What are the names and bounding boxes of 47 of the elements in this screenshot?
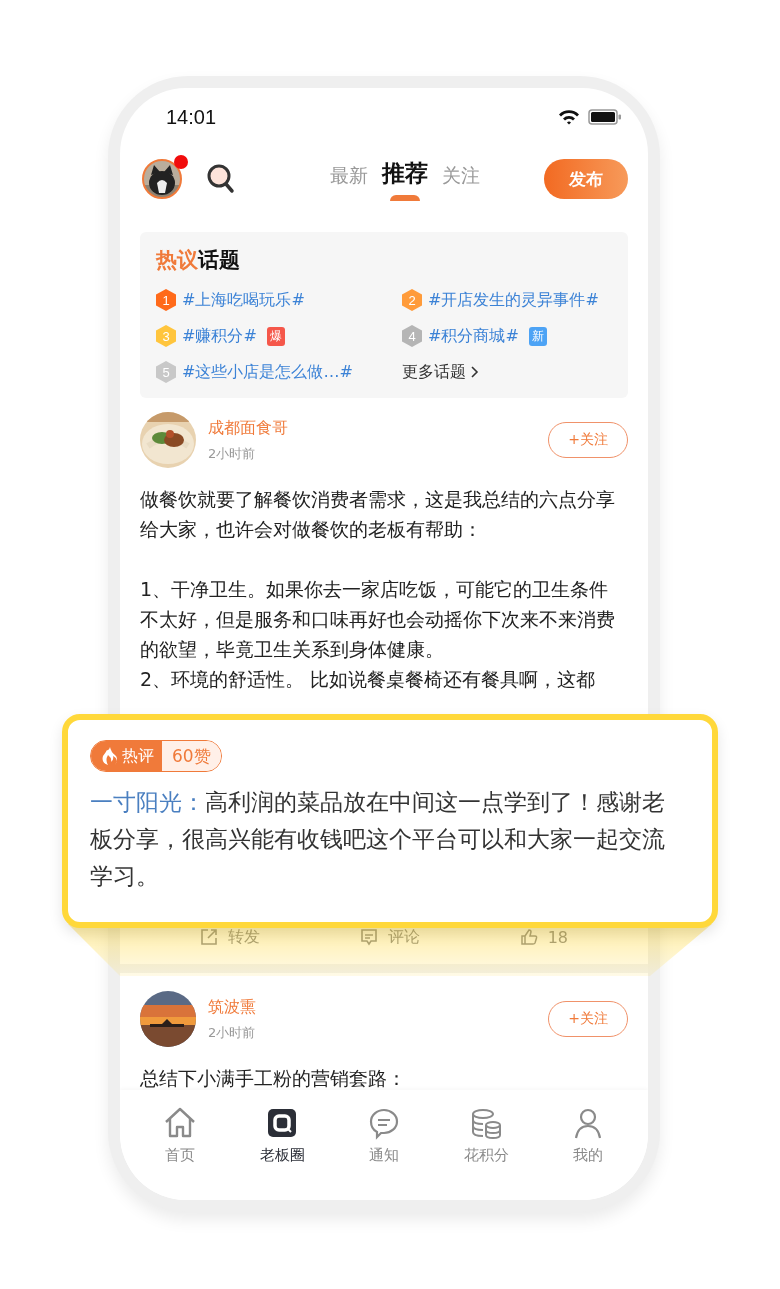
tab-bar-item[interactable]: 通知 <box>344 1106 424 1165</box>
topic-link[interactable]: #上海吃喝玩乐# <box>182 289 305 311</box>
topic-link[interactable]: #赚积分# <box>182 325 257 347</box>
commenter-name[interactable]: 一寸阳光： <box>90 789 205 815</box>
tab-bar-item[interactable]: 首页 <box>140 1106 220 1165</box>
follow-button[interactable]: +关注 <box>548 1001 628 1037</box>
topic-link[interactable]: #这些小店是怎么做…# <box>182 361 353 383</box>
tab-bar-item[interactable]: 我的 <box>548 1106 628 1165</box>
coins-icon <box>469 1106 503 1140</box>
wifi-icon <box>558 109 580 125</box>
chevron-right-icon <box>470 365 480 379</box>
publish-button[interactable]: 发布 <box>544 159 628 199</box>
feed-tab[interactable]: 推荐 <box>382 157 428 201</box>
topic-link[interactable]: #开店发生的灵异事件# <box>428 289 599 311</box>
rank-badge: 1 <box>156 289 176 311</box>
battery-icon <box>588 109 622 125</box>
search-icon[interactable] <box>206 163 236 195</box>
hot-comment-tag: 热评 <box>91 741 162 771</box>
post-text: 1、干净卫生。如果你去一家店吃饭，可能它的卫生条件不太好，但是服务和口味再好也会动摇你下次来不来消费的欲望，毕竟卫生关系到身体健康。 <box>140 577 616 662</box>
rank-badge: 3 <box>156 325 176 347</box>
follow-button[interactable]: +关注 <box>548 422 628 458</box>
post-text: 总结下小满手工粉的营销套路： <box>140 1066 407 1091</box>
post-time: 2小时前 <box>208 1023 257 1042</box>
rank-badge: 4 <box>402 325 422 347</box>
status-time: 14:01 <box>166 105 217 129</box>
tab-bar-item[interactable]: 老板圈 <box>242 1106 322 1165</box>
topic-tag: 爆 <box>266 326 285 346</box>
post-text: 2、环境的舒适性。 比如说餐桌餐椅还有餐具啊，这都 <box>140 667 597 692</box>
section-title: 热议 <box>156 248 198 272</box>
flame-icon <box>101 746 119 766</box>
post-time: 2小时前 <box>208 444 257 463</box>
tab-bar-item[interactable]: 花积分 <box>446 1106 526 1165</box>
like-count: 60赞 <box>162 741 221 771</box>
post-text: 做餐饮就要了解餐饮消费者需求，这是我总结的六点分享给大家，也许会对做餐饮的老板有帮助： <box>140 487 616 542</box>
feed-tab[interactable]: 最新 <box>330 162 368 201</box>
more-topics-link[interactable]: 更多话题 <box>402 360 614 384</box>
comment-text: 一寸阳光：高利润的菜品放在中间这一点学到了！感谢老板分享，很高兴能有收钱吧这个平台可以和大家一起交流学习。 <box>90 788 666 891</box>
topic-tag: 新 <box>528 326 547 346</box>
author-name[interactable]: 成都面食哥 <box>208 417 548 439</box>
rank-badge: 2 <box>402 289 422 311</box>
chat-bubble-icon <box>367 1106 401 1140</box>
home-icon <box>163 1106 197 1140</box>
square-logo-icon <box>265 1106 299 1140</box>
author-name[interactable]: 筑波熏 <box>208 996 548 1018</box>
feed-tab[interactable]: 关注 <box>442 162 480 201</box>
topic-link[interactable]: #积分商城# <box>428 325 519 347</box>
section-title: 话题 <box>198 248 240 272</box>
